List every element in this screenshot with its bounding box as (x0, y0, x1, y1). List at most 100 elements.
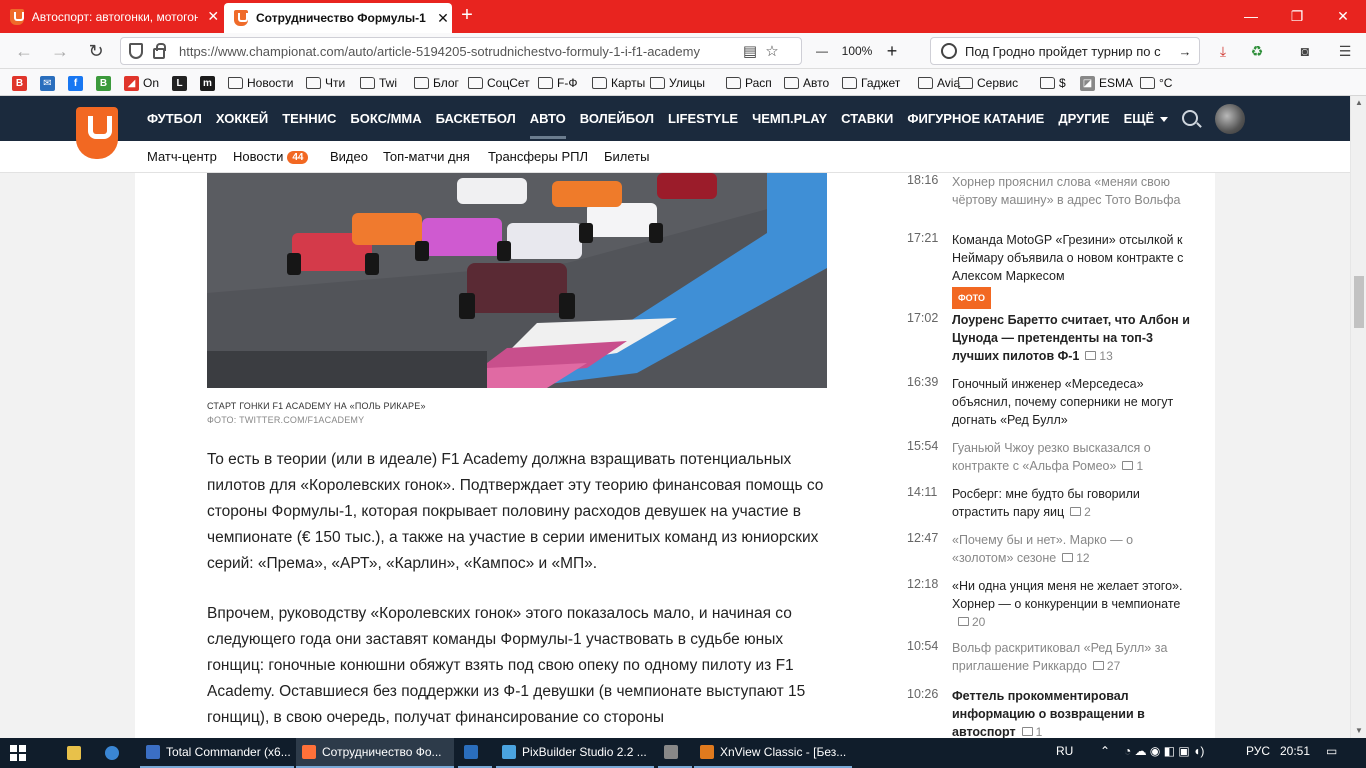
bookmark-item[interactable]: Гаджет (842, 74, 900, 92)
keyboard-layout[interactable]: РУС (1246, 744, 1270, 758)
subnav-news[interactable]: Новости 44 (233, 149, 309, 164)
lock-icon[interactable] (153, 42, 166, 59)
zoom-in-button[interactable]: + (880, 41, 904, 62)
search-go-icon[interactable]: → (1175, 44, 1195, 59)
news-headline-block[interactable]: Феттель прокомментировал информацию о во… (952, 687, 1192, 738)
nav-item[interactable]: LIFESTYLE (668, 96, 738, 141)
news-headline-block[interactable]: Команда MotoGP «Грезини» отсылкой к Нейм… (952, 231, 1192, 309)
close-window-button[interactable]: ✕ (1320, 0, 1366, 33)
zoom-out-button[interactable]: — (810, 44, 834, 58)
subnav-match-center[interactable]: Матч-центр (147, 149, 217, 164)
notifications-icon[interactable]: ▭ (1326, 744, 1337, 758)
subnav-tickets[interactable]: Билеты (604, 149, 649, 164)
bookmark-item[interactable]: Блог (414, 74, 459, 92)
new-tab-button[interactable]: + (456, 4, 478, 28)
user-avatar[interactable] (1215, 104, 1245, 134)
tab-article[interactable]: Сотрудничество Формулы-1 и F1 Academy ✕ (224, 3, 452, 33)
reload-icon[interactable]: ↻ (82, 37, 110, 65)
news-headline[interactable]: Лоуренс Баретто считает, что Албон и Цун… (952, 313, 1190, 363)
news-headline[interactable]: Росберг: мне будто бы говорили отрастить… (952, 487, 1140, 519)
extension-icon[interactable]: ♻ (1246, 41, 1268, 61)
bookmark-item[interactable]: Карты (592, 74, 645, 92)
news-headline-block[interactable]: Росберг: мне будто бы говорили отрастить… (952, 485, 1192, 521)
nav-item[interactable]: СТАВКИ (841, 96, 893, 141)
forward-arrow-icon[interactable]: → (46, 37, 74, 65)
news-headline[interactable]: Феттель прокомментировал информацию о во… (952, 689, 1145, 738)
bookmark-item[interactable]: f (68, 74, 87, 92)
nav-item[interactable]: ЕЩЁ (1124, 96, 1169, 141)
news-headline-block[interactable]: Хорнер прояснил слова «меняи свою чёртов… (952, 173, 1192, 209)
tab-close-icon[interactable]: ✕ (204, 8, 222, 25)
back-arrow-icon[interactable]: ← (10, 37, 38, 65)
tray-apps-icon[interactable]: ◔ ☁ ◉ ◧ ▣ ◖) (1124, 744, 1204, 758)
nav-item[interactable]: АВТО (529, 96, 566, 141)
nav-item[interactable]: ДРУГИЕ (1058, 96, 1109, 141)
tab-autosport[interactable]: Автоспорт: автогонки, мотогонки ✕ (0, 0, 222, 33)
bookmark-item[interactable]: F-Ф (538, 74, 577, 92)
subnav-top-matches[interactable]: Топ-матчи дня (383, 149, 470, 164)
news-headline[interactable]: Хорнер прояснил слова «меняи свою чёртов… (952, 175, 1180, 207)
taskbar-app[interactable]: Сотрудничество Фо... (296, 738, 454, 768)
bookmark-item[interactable]: Сервис (958, 74, 1018, 92)
reader-view-icon[interactable]: ▤ (739, 42, 761, 60)
comment-count[interactable]: 12 (1056, 551, 1089, 565)
maximize-button[interactable]: ❐ (1274, 0, 1320, 33)
news-headline-block[interactable]: Вольф раскритиковал «Ред Булл» за пригла… (952, 639, 1192, 675)
minimize-button[interactable]: — (1228, 0, 1274, 33)
scroll-down-icon[interactable]: ▼ (1351, 724, 1366, 738)
bookmark-item[interactable]: ◪ ESMA (1080, 74, 1133, 92)
bookmark-item[interactable]: °C (1140, 74, 1172, 92)
comment-count[interactable]: 27 (1087, 659, 1120, 673)
scroll-up-icon[interactable]: ▲ (1351, 96, 1366, 110)
bookmark-item[interactable]: L (172, 74, 191, 92)
subnav-video[interactable]: Видео (330, 149, 368, 164)
nav-item[interactable]: ЧЕМП.PLAY (752, 96, 827, 141)
clock[interactable]: 20:51 (1280, 744, 1310, 758)
bookmark-item[interactable]: Новости (228, 74, 293, 92)
tray-chevron-icon[interactable]: ⌃ (1100, 744, 1110, 758)
news-headline[interactable]: Вольф раскритиковал «Ред Булл» за пригла… (952, 641, 1167, 673)
ie-icon[interactable] (98, 738, 132, 768)
taskbar-app[interactable] (658, 738, 692, 768)
nav-item[interactable]: ВОЛЕЙБОЛ (580, 96, 654, 141)
news-headline[interactable]: «Ни одна унция меня не желает этого». Хо… (952, 579, 1182, 611)
comment-count[interactable]: 13 (1079, 349, 1112, 363)
championat-logo[interactable] (76, 107, 118, 159)
subnav-transfers[interactable]: Трансферы РПЛ (488, 149, 588, 164)
nav-item[interactable]: ФУТБОЛ (147, 96, 202, 141)
windows-start-icon[interactable] (10, 745, 26, 761)
bookmark-item[interactable]: ◢ On (124, 74, 159, 92)
search-bar[interactable]: Под Гродно пройдет турнир по с → (930, 37, 1200, 65)
zoom-level[interactable]: 100% (834, 44, 880, 58)
language-indicator[interactable]: RU (1056, 744, 1073, 758)
taskbar-app[interactable]: PixBuilder Studio 2.2 ... (496, 738, 654, 768)
taskbar-app[interactable]: XnView Classic - [Без... (694, 738, 852, 768)
comment-count[interactable]: 20 (952, 615, 985, 629)
nav-item[interactable]: БОКС/ММА (350, 96, 421, 141)
show-desktop-folder-icon[interactable] (60, 738, 94, 768)
nav-item[interactable]: ТЕННИС (282, 96, 336, 141)
bookmark-item[interactable]: B (96, 74, 115, 92)
news-headline[interactable]: Команда MotoGP «Грезини» отсылкой к Нейм… (952, 233, 1183, 283)
bookmark-item[interactable]: В (12, 74, 31, 92)
page-scrollbar[interactable]: ▲ ▼ (1350, 96, 1366, 738)
news-headline-block[interactable]: Гоночный инженер «Мерседеса» объяснил, п… (952, 375, 1192, 429)
comment-count[interactable]: 2 (1064, 505, 1091, 519)
bookmark-item[interactable]: $ (1040, 74, 1066, 92)
taskbar-app[interactable]: Total Commander (x6... (140, 738, 294, 768)
nav-item[interactable]: ФИГУРНОЕ КАТАНИЕ (907, 96, 1044, 141)
screenshot-icon[interactable]: ◙ (1294, 41, 1316, 61)
tracking-shield-icon[interactable] (129, 43, 143, 59)
comment-count[interactable]: 1 (1016, 725, 1043, 738)
bookmark-item[interactable]: ✉ (40, 74, 59, 92)
news-headline-block[interactable]: «Почему бы и нет». Марко — о «золотом» с… (952, 531, 1192, 567)
bookmark-item[interactable]: Чти (306, 74, 345, 92)
site-search-icon[interactable] (1182, 110, 1198, 126)
nav-item[interactable]: ХОККЕЙ (216, 96, 268, 141)
tab-close-icon[interactable]: ✕ (434, 10, 452, 27)
nav-item[interactable]: БАСКЕТБОЛ (436, 96, 516, 141)
news-headline-block[interactable]: Гуаньюй Чжоу резко высказался о контракт… (952, 439, 1192, 475)
menu-hamburger-icon[interactable]: ☰ (1334, 41, 1356, 61)
address-bar[interactable]: https://www.championat.com/auto/article-… (120, 37, 802, 65)
bookmark-item[interactable]: Расп (726, 74, 772, 92)
